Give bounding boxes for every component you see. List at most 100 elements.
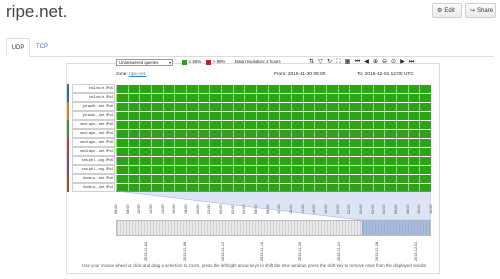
time-gridline bbox=[431, 85, 432, 191]
calendar-icon[interactable]: ▦ bbox=[344, 58, 351, 66]
zone-prefix: zone: bbox=[116, 72, 128, 77]
page-title: ripe.net. bbox=[6, 2, 68, 21]
last-icon[interactable]: ⏭ bbox=[408, 58, 415, 66]
server-label[interactable]: tinnie.a....net. IPv6 bbox=[72, 174, 115, 183]
server-label[interactable]: sec3.apn....net. IPv6 bbox=[72, 138, 115, 147]
overview-timeline[interactable] bbox=[116, 220, 431, 236]
server-label[interactable]: ns3.nic.fr. IPv4 bbox=[72, 93, 115, 102]
zone-info: zone: ripe.net. bbox=[116, 72, 146, 77]
first-icon[interactable]: ⏮ bbox=[354, 58, 361, 66]
time-gridline bbox=[267, 85, 269, 191]
time-gridline bbox=[162, 85, 164, 191]
query-type-select[interactable]: Unanswered queries ▾ bbox=[116, 59, 173, 66]
overview-date-label: 2015-11-12 bbox=[221, 241, 226, 261]
overview-connector bbox=[116, 191, 431, 221]
server-color-stripe bbox=[67, 84, 69, 93]
server-label[interactable]: ns3.nic.fr. IPv6 bbox=[72, 84, 115, 93]
next-icon[interactable]: ▶ bbox=[399, 58, 406, 66]
zoom-select-icon[interactable]: ⛶ bbox=[335, 58, 342, 66]
time-gridline bbox=[232, 85, 234, 191]
share-icon: ↪ bbox=[470, 8, 476, 14]
server-label[interactable]: sec1.apn....net. IPv6 bbox=[72, 120, 115, 129]
server-label[interactable]: pri.auth....net. IPv4 bbox=[72, 111, 115, 120]
server-color-stripe bbox=[67, 129, 69, 138]
time-gridline bbox=[314, 85, 316, 191]
prev-icon[interactable]: ◀ bbox=[363, 58, 370, 66]
server-label[interactable]: sns-pb.i....org. IPv6 bbox=[72, 156, 115, 165]
time-gridline bbox=[372, 85, 374, 191]
time-gridline bbox=[127, 85, 129, 191]
time-gridline bbox=[291, 85, 292, 191]
zoom-reset-icon[interactable]: ⊙ bbox=[390, 58, 397, 66]
time-to: To: 2015-12-01 12:00 UTC bbox=[357, 72, 414, 77]
time-gridline bbox=[256, 85, 257, 191]
overview-selection[interactable] bbox=[362, 221, 430, 235]
refresh-icon[interactable]: ↻ bbox=[326, 58, 333, 66]
zone-link[interactable]: ripe.net. bbox=[129, 72, 146, 77]
zoom-in-icon[interactable]: ⊕ bbox=[372, 58, 379, 66]
server-color-stripe bbox=[67, 120, 69, 129]
query-type-value: Unanswered queries bbox=[119, 60, 159, 65]
server-label[interactable]: sec3.apn....net. IPv4 bbox=[72, 147, 115, 156]
overview-date-label: 2015-11-20 bbox=[298, 241, 303, 261]
server-label[interactable]: sec1.apn....net. IPv4 bbox=[72, 129, 115, 138]
server-color-stripe bbox=[67, 102, 69, 111]
server-color-stripe bbox=[67, 111, 69, 120]
time-gridline bbox=[244, 85, 246, 191]
server-color-stripe bbox=[67, 165, 69, 174]
zoom-out-icon[interactable]: ⊖ bbox=[381, 58, 388, 66]
server-label[interactable]: sns-pb.i....org. IPv4 bbox=[72, 165, 115, 174]
server-color-stripe bbox=[67, 147, 69, 156]
time-gridline bbox=[384, 85, 386, 191]
time-gridline bbox=[116, 85, 117, 191]
share-label: Share bbox=[477, 7, 494, 14]
time-gridline bbox=[326, 85, 327, 191]
server-color-stripe bbox=[67, 183, 69, 192]
time-gridline bbox=[407, 85, 409, 191]
server-color-stripe bbox=[67, 138, 69, 147]
legend-swatch-red bbox=[206, 59, 211, 65]
time-gridline bbox=[419, 85, 421, 191]
time-gridline bbox=[337, 85, 339, 191]
time-gridline bbox=[396, 85, 397, 191]
share-button[interactable]: ↪ Share bbox=[465, 3, 496, 18]
time-gridline bbox=[349, 85, 351, 191]
time-gridline bbox=[361, 85, 362, 191]
legend-label-red: > 99% bbox=[213, 59, 226, 64]
time-gridline bbox=[279, 85, 281, 191]
page: ripe.net. ⚙ Edit ↪ Share UDP TCP Unanswe… bbox=[0, 0, 500, 279]
server-color-stripe bbox=[67, 93, 69, 102]
time-gridline bbox=[139, 85, 141, 191]
time-gridline bbox=[209, 85, 211, 191]
chart-toolbar: Unanswered queries ▾ ≤ 66% > 99% Data re… bbox=[116, 59, 441, 69]
server-label[interactable]: tinnie.a....net. IPv4 bbox=[72, 183, 115, 192]
legend-label-green: ≤ 66% bbox=[189, 59, 202, 64]
time-gridline bbox=[186, 85, 187, 191]
overview-date-label: 2015-11-28 bbox=[375, 241, 380, 261]
tab-tcp[interactable]: TCP bbox=[32, 38, 52, 57]
server-label[interactable]: pri.auth....net. IPv6 bbox=[72, 102, 115, 111]
overview-date-label: 2015-11-08 bbox=[182, 241, 187, 261]
dnsmon-panel: Unanswered queries ▾ ≤ 66% > 99% Data re… bbox=[66, 59, 440, 274]
server-color-stripe bbox=[67, 156, 69, 165]
tab-udp[interactable]: UDP bbox=[6, 38, 30, 57]
overview-date-label: 2015-11-04 bbox=[144, 241, 148, 261]
server-color-stripe bbox=[67, 174, 69, 183]
overview-date-label: 2015-12-01 bbox=[414, 241, 418, 261]
gear-icon: ⚙ bbox=[437, 8, 443, 14]
filter-icon[interactable]: ▽ bbox=[317, 58, 324, 66]
overview-date-label: 2015-11-16 bbox=[259, 241, 264, 261]
time-gridline bbox=[151, 85, 152, 191]
chevron-down-icon: ▾ bbox=[168, 60, 171, 65]
sort-icon[interactable]: ⇅ bbox=[308, 58, 315, 66]
time-gridline bbox=[174, 85, 176, 191]
time-from: From: 2015-11-30 06:00 bbox=[274, 72, 326, 77]
help-text: Use your mouse wheel or click and drag a… bbox=[82, 263, 426, 268]
legend-swatch-green bbox=[182, 59, 187, 65]
time-gridline bbox=[302, 85, 304, 191]
overview-date-label: 2015-11-24 bbox=[336, 241, 341, 261]
data-resolution: Data resolution: 2 hours bbox=[235, 59, 281, 64]
tab-bar: UDP TCP bbox=[6, 38, 494, 57]
edit-label: Edit bbox=[444, 7, 455, 14]
edit-button[interactable]: ⚙ Edit bbox=[432, 3, 462, 18]
